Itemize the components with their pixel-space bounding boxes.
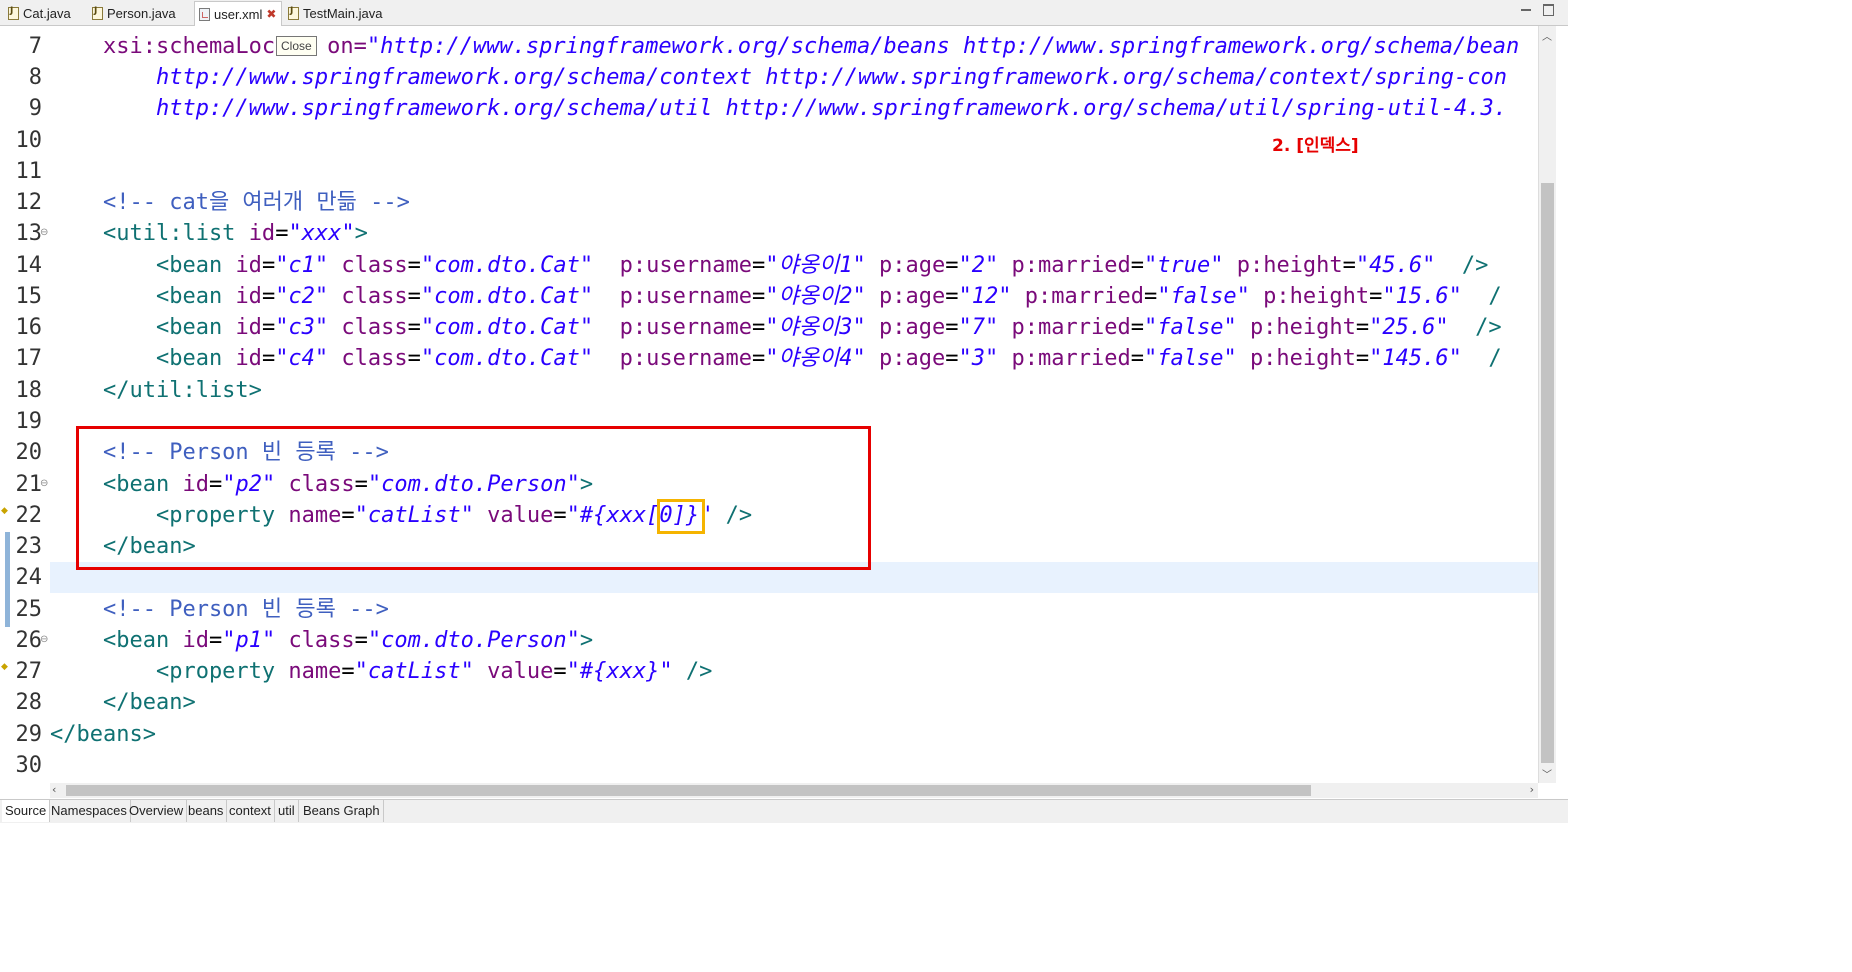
code-line-26: <bean id="p1" class="com.dto.Person">	[50, 628, 594, 653]
tab-testmain-java[interactable]: TestMain.java	[284, 2, 394, 25]
tab-label: user.xml	[214, 6, 263, 22]
editor-tab-bar: Cat.java Person.java user.xml ✖ TestMain…	[0, 0, 1568, 26]
scroll-up-icon[interactable]: ︿	[1542, 28, 1552, 43]
tab-label: Cat.java	[23, 6, 71, 21]
code-line-18: </util:list>	[50, 378, 262, 403]
code-line-15: <bean id="c2" class="com.dto.Cat" p:user…	[50, 284, 1502, 309]
line-number: 16	[15, 315, 43, 340]
code-line-14: <bean id="c1" class="com.dto.Cat" p:user…	[50, 253, 1489, 278]
line-number: 28	[15, 690, 43, 715]
fold-toggle-icon[interactable]: ⊖	[40, 634, 48, 645]
line-number: 30	[15, 753, 43, 778]
tab-user-xml[interactable]: user.xml ✖	[194, 1, 282, 26]
code-line-7: xsi:schemaLoc on="http://www.springframew…	[50, 34, 1520, 59]
fold-toggle-icon[interactable]: ⊖	[40, 478, 48, 489]
code-line-16: <bean id="c3" class="com.dto.Cat" p:user…	[50, 315, 1502, 340]
code-line-12: <!-- cat을 여러개 만듦 -->	[50, 190, 410, 215]
scroll-left-icon[interactable]: ‹	[52, 783, 56, 796]
line-number: 21	[15, 472, 43, 497]
tab-overview[interactable]: Overview	[126, 800, 188, 822]
line-number: 24	[15, 565, 43, 590]
tab-context[interactable]: context	[226, 800, 275, 822]
tab-person-java[interactable]: Person.java	[88, 2, 192, 25]
java-file-icon	[92, 6, 103, 20]
code-line-21: <bean id="p2" class="com.dto.Person">	[50, 472, 594, 497]
tab-label: Person.java	[107, 6, 176, 21]
code-line-8: http://www.springframework.org/schema/co…	[50, 65, 1507, 90]
line-number: 8	[28, 65, 42, 90]
index-highlight-box	[657, 499, 705, 534]
line-number: 18	[15, 378, 43, 403]
maximize-icon[interactable]	[1542, 3, 1554, 16]
code-line-20: <!-- Person 빈 등록 -->	[50, 440, 389, 465]
line-number: 17	[15, 346, 43, 371]
tab-source[interactable]: Source	[2, 800, 51, 822]
editor-bottom-tabs: Source Namespaces Overview beans context…	[0, 799, 1568, 823]
minimize-icon[interactable]	[1520, 3, 1532, 15]
vertical-scrollbar[interactable]: ︿ ﹀	[1538, 26, 1556, 783]
line-number: 20	[15, 440, 43, 465]
line-number: 14	[15, 253, 43, 278]
close-tab-icon[interactable]: ✖	[266, 7, 276, 21]
code-line-27: <property name="catList" value="#{xxx}" …	[50, 659, 713, 684]
code-line-28: </bean>	[50, 690, 196, 715]
line-number: 25	[15, 597, 43, 622]
line-number: 13	[15, 221, 43, 246]
line-number-gutter: 7 8 9 10 11 12 13 ⊖ 14 15 16 17 18 19 20…	[0, 26, 50, 783]
code-line-13: <util:list id="xxx">	[50, 221, 368, 246]
java-file-icon	[288, 6, 299, 20]
line-number: 22	[15, 503, 43, 528]
horizontal-scrollbar[interactable]: ‹ ›	[50, 783, 1538, 798]
line-number: 27	[15, 659, 43, 684]
tab-util[interactable]: util	[275, 800, 299, 822]
scroll-right-icon[interactable]: ›	[1530, 783, 1534, 796]
window-controls	[1520, 3, 1554, 16]
line-number: 9	[28, 96, 42, 121]
line-number: 12	[15, 190, 43, 215]
line-number: 19	[15, 409, 43, 434]
java-file-icon	[8, 6, 19, 20]
fold-toggle-icon[interactable]: ⊖	[40, 227, 48, 238]
line-number: 7	[28, 34, 42, 59]
code-line-17: <bean id="c4" class="com.dto.Cat" p:user…	[50, 346, 1502, 371]
line-number: 15	[15, 284, 43, 309]
line-number: 29	[15, 722, 43, 747]
tab-cat-java[interactable]: Cat.java	[4, 2, 86, 25]
code-line-22: <property name="catList" value="#{xxx[0]…	[50, 503, 753, 528]
scroll-down-icon[interactable]: ﹀	[1542, 766, 1552, 781]
tab-namespaces[interactable]: Namespaces	[48, 800, 131, 822]
code-line-25: <!-- Person 빈 등록 -->	[50, 597, 389, 622]
xml-file-icon	[199, 7, 210, 21]
code-editor[interactable]: 7 8 9 10 11 12 13 ⊖ 14 15 16 17 18 19 20…	[0, 26, 1538, 783]
tab-label: TestMain.java	[303, 6, 383, 21]
index-annotation: 2. [인덱스]	[1272, 136, 1359, 156]
close-tooltip: Close	[276, 36, 317, 56]
scrollbar-thumb[interactable]	[66, 785, 1311, 796]
line-number: 10	[15, 128, 43, 153]
code-line-9: http://www.springframework.org/schema/ut…	[50, 96, 1507, 121]
line-number: 26	[15, 628, 43, 653]
tab-beans-graph[interactable]: Beans Graph	[300, 800, 384, 822]
line-number: 11	[15, 159, 43, 184]
scrollbar-thumb[interactable]	[1541, 183, 1554, 763]
code-line-29: </beans>	[50, 722, 156, 747]
tab-beans[interactable]: beans	[185, 800, 228, 822]
code-line-23: </bean>	[50, 534, 196, 559]
line-number: 23	[15, 534, 43, 559]
